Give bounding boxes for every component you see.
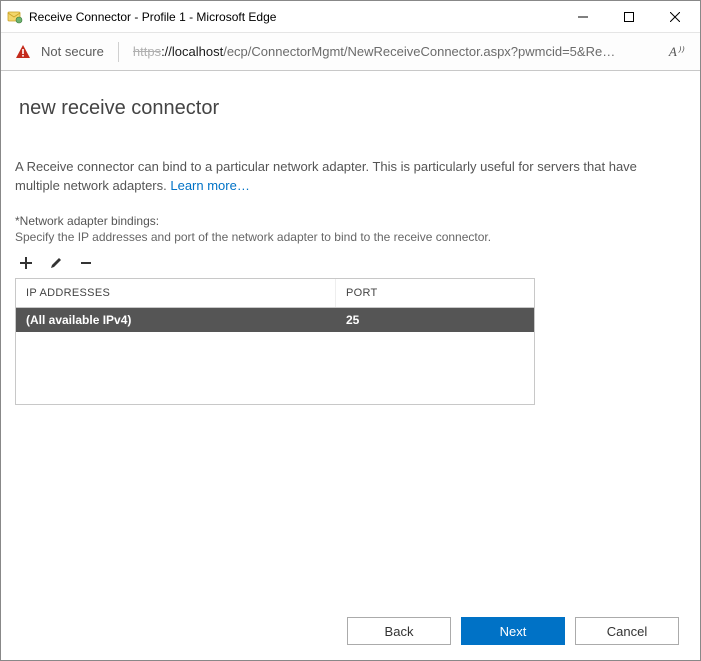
page-title: new receive connector bbox=[19, 97, 678, 120]
bindings-sublabel: Specify the IP addresses and port of the… bbox=[15, 230, 678, 244]
security-label[interactable]: Not secure bbox=[41, 44, 104, 59]
cell-ip: (All available IPv4) bbox=[16, 308, 336, 332]
url-host: ://localhost bbox=[161, 44, 223, 59]
not-secure-icon bbox=[15, 44, 31, 60]
description-text: A Receive connector can bind to a partic… bbox=[15, 158, 655, 196]
remove-button[interactable] bbox=[77, 254, 95, 272]
maximize-button[interactable] bbox=[606, 1, 652, 33]
close-button[interactable] bbox=[652, 1, 698, 33]
divider bbox=[118, 42, 119, 62]
bindings-label: *Network adapter bindings: bbox=[15, 214, 678, 228]
read-aloud-icon[interactable]: A⁾⁾ bbox=[662, 38, 690, 66]
cancel-button[interactable]: Cancel bbox=[575, 617, 679, 645]
edit-button[interactable] bbox=[47, 254, 65, 272]
address-bar: Not secure https://localhost/ecp/Connect… bbox=[1, 33, 700, 71]
grid-body: (All available IPv4)25 bbox=[16, 308, 534, 404]
back-button[interactable]: Back bbox=[347, 617, 451, 645]
app-icon bbox=[7, 9, 23, 25]
url-path: /ecp/ConnectorMgmt/NewReceiveConnector.a… bbox=[223, 44, 615, 59]
cell-port: 25 bbox=[336, 308, 534, 332]
table-row[interactable]: (All available IPv4)25 bbox=[16, 308, 534, 332]
content-area: new receive connector A Receive connecto… bbox=[1, 71, 700, 606]
grid-header: IP ADDRESSES PORT bbox=[16, 279, 534, 308]
next-button[interactable]: Next bbox=[461, 617, 565, 645]
url-protocol: https bbox=[133, 44, 161, 59]
wizard-footer: Back Next Cancel bbox=[347, 617, 679, 645]
add-button[interactable] bbox=[17, 254, 35, 272]
bindings-grid: IP ADDRESSES PORT (All available IPv4)25 bbox=[15, 278, 535, 405]
column-header-port[interactable]: PORT bbox=[336, 279, 534, 307]
window-titlebar: Receive Connector - Profile 1 - Microsof… bbox=[1, 1, 700, 33]
learn-more-link[interactable]: Learn more… bbox=[170, 178, 249, 193]
url-field[interactable]: https://localhost/ecp/ConnectorMgmt/NewR… bbox=[133, 44, 652, 59]
minimize-button[interactable] bbox=[560, 1, 606, 33]
column-header-ip[interactable]: IP ADDRESSES bbox=[16, 279, 336, 307]
window-title: Receive Connector - Profile 1 - Microsof… bbox=[29, 10, 276, 24]
grid-toolbar bbox=[15, 254, 678, 272]
